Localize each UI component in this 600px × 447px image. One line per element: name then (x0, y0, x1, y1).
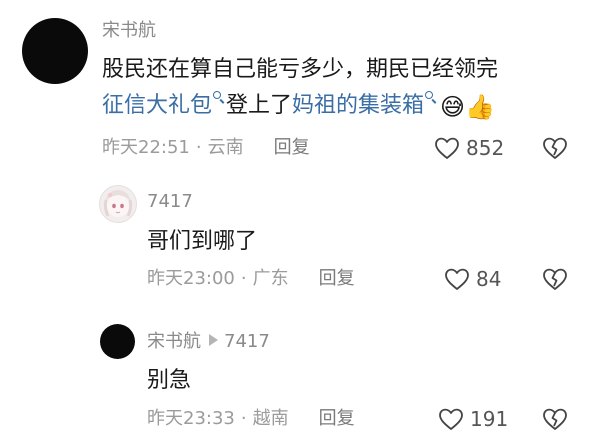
comment-location: 越南 (252, 408, 289, 429)
reply-arrow-icon (209, 334, 218, 346)
comment-text: 别急 (147, 368, 192, 393)
broken-heart-icon[interactable] (542, 407, 568, 431)
comment-username[interactable]: 宋书航 7417 (147, 333, 270, 351)
search-link[interactable]: 妈祖的集装箱 (292, 93, 424, 118)
reply-author[interactable]: 宋书航 (147, 331, 201, 352)
reply-button[interactable]: 回复 (319, 408, 355, 429)
reply-button[interactable]: 回复 (319, 268, 355, 289)
comment-text: 哥们到哪了 (147, 229, 258, 254)
comment-text-mid: 登上了 (226, 93, 293, 118)
like-button[interactable]: 191 (438, 407, 508, 431)
comment-text: 股民还在算自己能亏多少，期民已经领完 征信大礼包 登上了妈祖的集装箱 😅👍 (102, 52, 498, 124)
comment-location: 云南 (207, 137, 244, 158)
search-icon (425, 91, 436, 105)
broken-heart-icon[interactable] (542, 267, 568, 291)
like-count: 191 (470, 407, 509, 431)
avatar[interactable] (99, 185, 137, 223)
heart-icon (435, 137, 459, 159)
heart-icon (445, 268, 469, 290)
comment-thread: 宋书航 股民还在算自己能亏多少，期民已经领完 征信大礼包 登上了妈祖的集装箱 😅👍 … (0, 0, 600, 447)
reply-button[interactable]: 回复 (274, 137, 310, 158)
reply-target[interactable]: 7417 (224, 331, 270, 352)
comment-time: 昨天23:00 (147, 268, 235, 289)
emoji-sweat-smile-thumbs-up: 😅👍 (440, 93, 495, 121)
anime-avatar-icon (103, 190, 133, 217)
separator-dot: · (240, 408, 247, 429)
comment-time: 昨天23:33 (147, 408, 235, 429)
separator-dot: · (195, 137, 202, 158)
like-count: 84 (476, 267, 502, 291)
avatar[interactable] (100, 324, 135, 359)
comment-location: 广东 (252, 268, 289, 289)
comment-meta: 昨天23:33 · 越南 回复 (147, 410, 355, 428)
comment-username[interactable]: 宋书航 (102, 22, 156, 40)
comment-meta: 昨天23:00 · 广东 回复 (147, 270, 355, 288)
avatar[interactable] (22, 18, 88, 84)
comment-text-line2: 征信大礼包 登上了妈祖的集装箱 😅👍 (102, 88, 498, 124)
search-link[interactable]: 征信大礼包 (102, 93, 212, 118)
comment-text-line1: 股民还在算自己能亏多少，期民已经领完 (102, 57, 499, 82)
heart-icon (439, 408, 463, 430)
like-count: 852 (466, 136, 505, 160)
broken-heart-icon[interactable] (542, 136, 568, 160)
comment-time: 昨天22:51 (102, 137, 190, 158)
like-button[interactable]: 84 (444, 267, 501, 291)
separator-dot: · (240, 268, 247, 289)
like-button[interactable]: 852 (434, 136, 504, 160)
search-icon (213, 91, 224, 105)
comment-username[interactable]: 7417 (147, 193, 193, 211)
comment-meta: 昨天22:51 · 云南 回复 (102, 139, 310, 157)
